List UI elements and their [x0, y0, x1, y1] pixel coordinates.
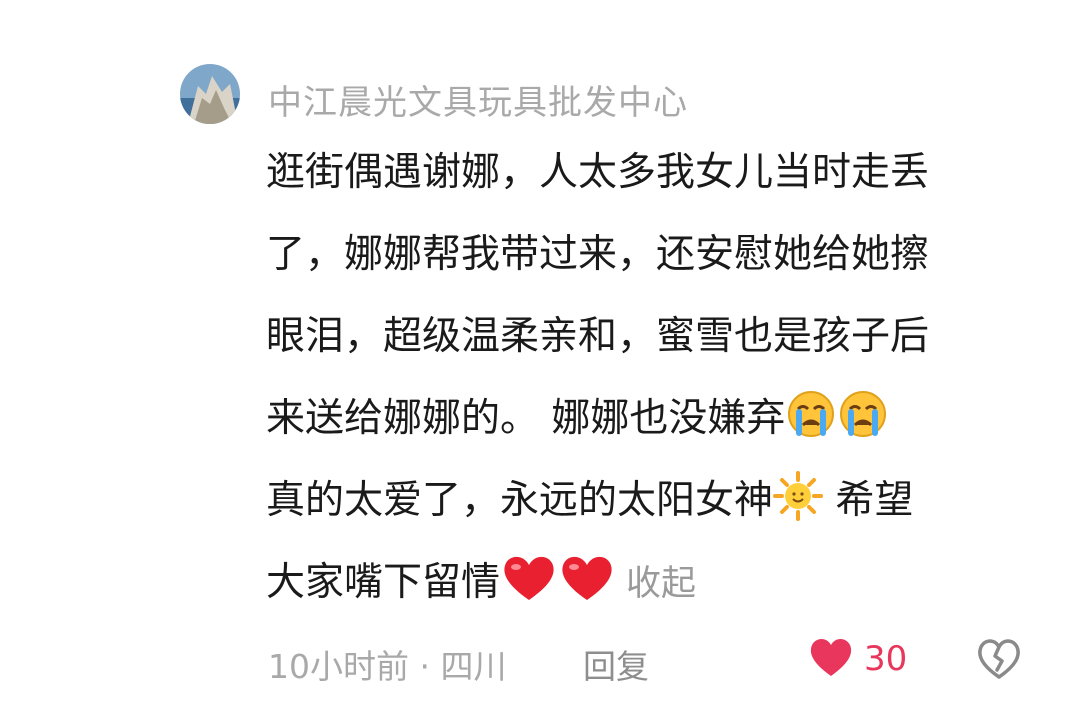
comment-line-6: 大家嘴下留情 收起 [266, 542, 1046, 624]
collapse-button[interactable]: 收起 [626, 564, 696, 604]
comment-line-text: 来送给娜娜的。 娜娜也没嫌弃 [266, 396, 786, 441]
sun-emoji [773, 468, 824, 550]
heart-emoji [558, 550, 616, 632]
comment-line: 逛街偶遇谢娜，人太多我女儿当时走丢 [266, 150, 930, 195]
previous-comment-fragment [260, 0, 1020, 10]
reply-button[interactable]: 回复 [583, 640, 649, 688]
comment-text: 逛街偶遇谢娜，人太多我女儿当时走丢 了，娜娜帮我带过来，还安慰她给她擦 眼泪，超… [266, 132, 1046, 624]
broken-heart-icon[interactable] [976, 636, 1022, 682]
comment-meta: 10小时前 · 四川 [268, 647, 507, 686]
crying-emoji [785, 386, 837, 468]
comment-line-tail: 希望 [823, 478, 914, 523]
crying-emoji [837, 386, 889, 468]
comment-line-text: 大家嘴下留情 [266, 560, 501, 605]
comment-line: 了，娜娜帮我带过来，还安慰她给她擦 [266, 232, 930, 277]
comment-line-4: 来送给娜娜的。 娜娜也没嫌弃 [266, 378, 1046, 460]
heart-emoji [500, 550, 558, 632]
like-button[interactable]: 30 [808, 637, 907, 681]
comment-line: 眼泪，超级温柔亲和，蜜雪也是孩子后 [266, 314, 930, 359]
like-heart-icon [808, 636, 854, 682]
avatar[interactable] [180, 64, 240, 124]
like-count: 30 [864, 639, 908, 679]
comment-line-5: 真的太爱了，永远的太阳女神 希望 [266, 460, 1046, 542]
comment-line-text: 真的太爱了，永远的太阳女神 [266, 478, 774, 523]
username[interactable]: 中江晨光文具玩具批发中心 [268, 75, 688, 124]
